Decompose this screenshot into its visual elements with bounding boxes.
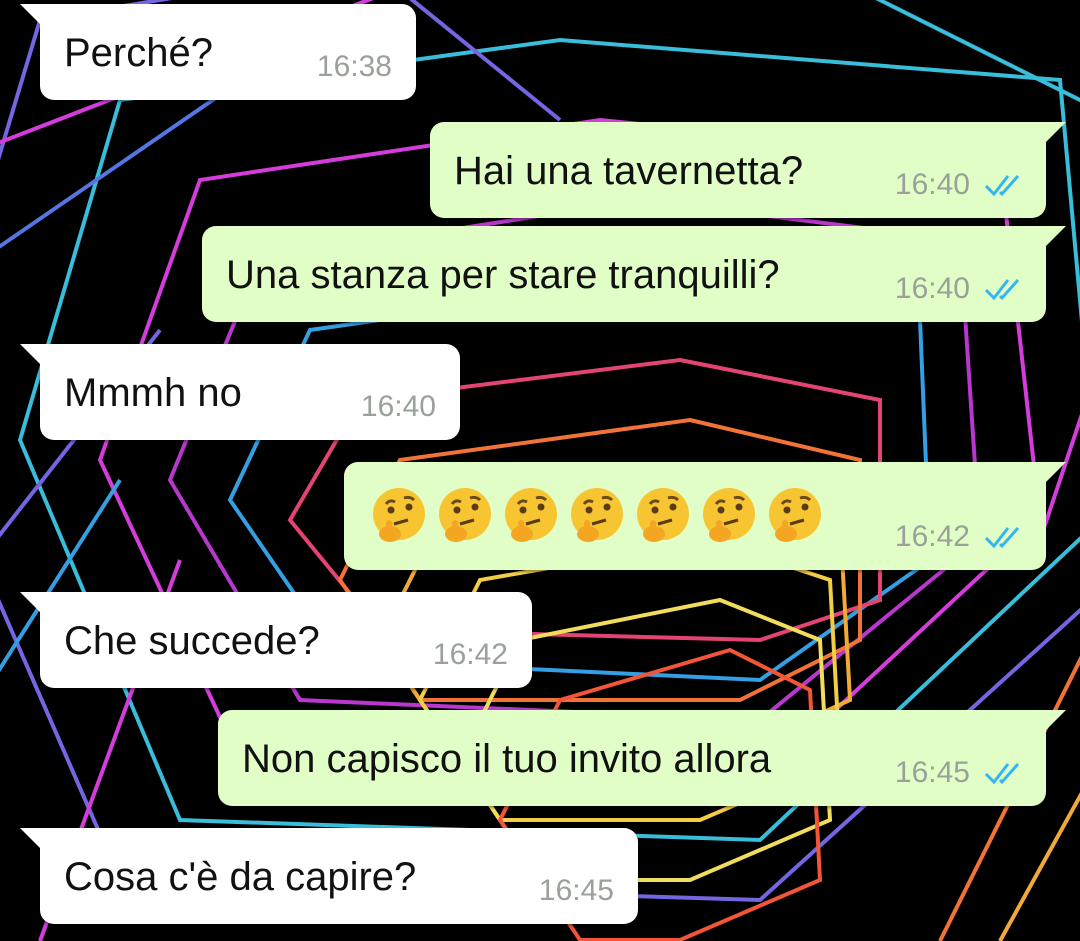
thinking-face-emoji-icon (571, 488, 623, 542)
message-bubble-incoming[interactable]: Cosa c'è da capire? 16:45 (20, 828, 638, 924)
thinking-face-emoji-icon (505, 488, 557, 542)
message-text: Una stanza per stare tranquilli? (226, 253, 780, 297)
read-double-check-icon (984, 527, 1020, 549)
thinking-face-emoji-icon (769, 488, 821, 542)
message-timestamp: 16:40 (894, 168, 970, 201)
emoji-row (368, 484, 826, 546)
thinking-face-emoji-icon (373, 488, 425, 542)
message-bubble-outgoing[interactable]: Non capisco il tuo invito allora 16:45 (218, 710, 1066, 806)
message-timestamp: 16:42 (432, 638, 508, 671)
message-bubble-incoming[interactable]: Perché? 16:38 (20, 4, 416, 100)
message-text: Che succede? (64, 619, 320, 663)
message-bubble-incoming[interactable]: Mmmh no 16:40 (20, 344, 460, 440)
thinking-face-emoji-icon (637, 488, 689, 542)
message-timestamp: 16:42 (894, 520, 970, 553)
message-text: Hai una tavernetta? (454, 149, 804, 193)
message-bubble-outgoing[interactable]: Hai una tavernetta? 16:40 (430, 122, 1066, 218)
message-text: Mmmh no (64, 371, 242, 415)
message-timestamp: 16:38 (316, 50, 392, 83)
message-text: Non capisco il tuo invito allora (242, 737, 772, 781)
thinking-face-emoji-icon (439, 488, 491, 542)
message-timestamp: 16:45 (538, 874, 614, 907)
read-double-check-icon (984, 763, 1020, 785)
read-double-check-icon (984, 175, 1020, 197)
message-text: Perché? (64, 31, 213, 75)
message-bubble-outgoing[interactable]: 16:42 (344, 462, 1066, 570)
message-bubble-incoming[interactable]: Che succede? 16:42 (20, 592, 532, 688)
message-text: Cosa c'è da capire? (64, 855, 417, 899)
message-bubble-outgoing[interactable]: Una stanza per stare tranquilli? 16:40 (202, 226, 1066, 322)
message-timestamp: 16:40 (360, 390, 436, 423)
message-timestamp: 16:45 (894, 756, 970, 789)
thinking-face-emoji-icon (703, 488, 755, 542)
read-double-check-icon (984, 279, 1020, 301)
message-timestamp: 16:40 (894, 272, 970, 305)
